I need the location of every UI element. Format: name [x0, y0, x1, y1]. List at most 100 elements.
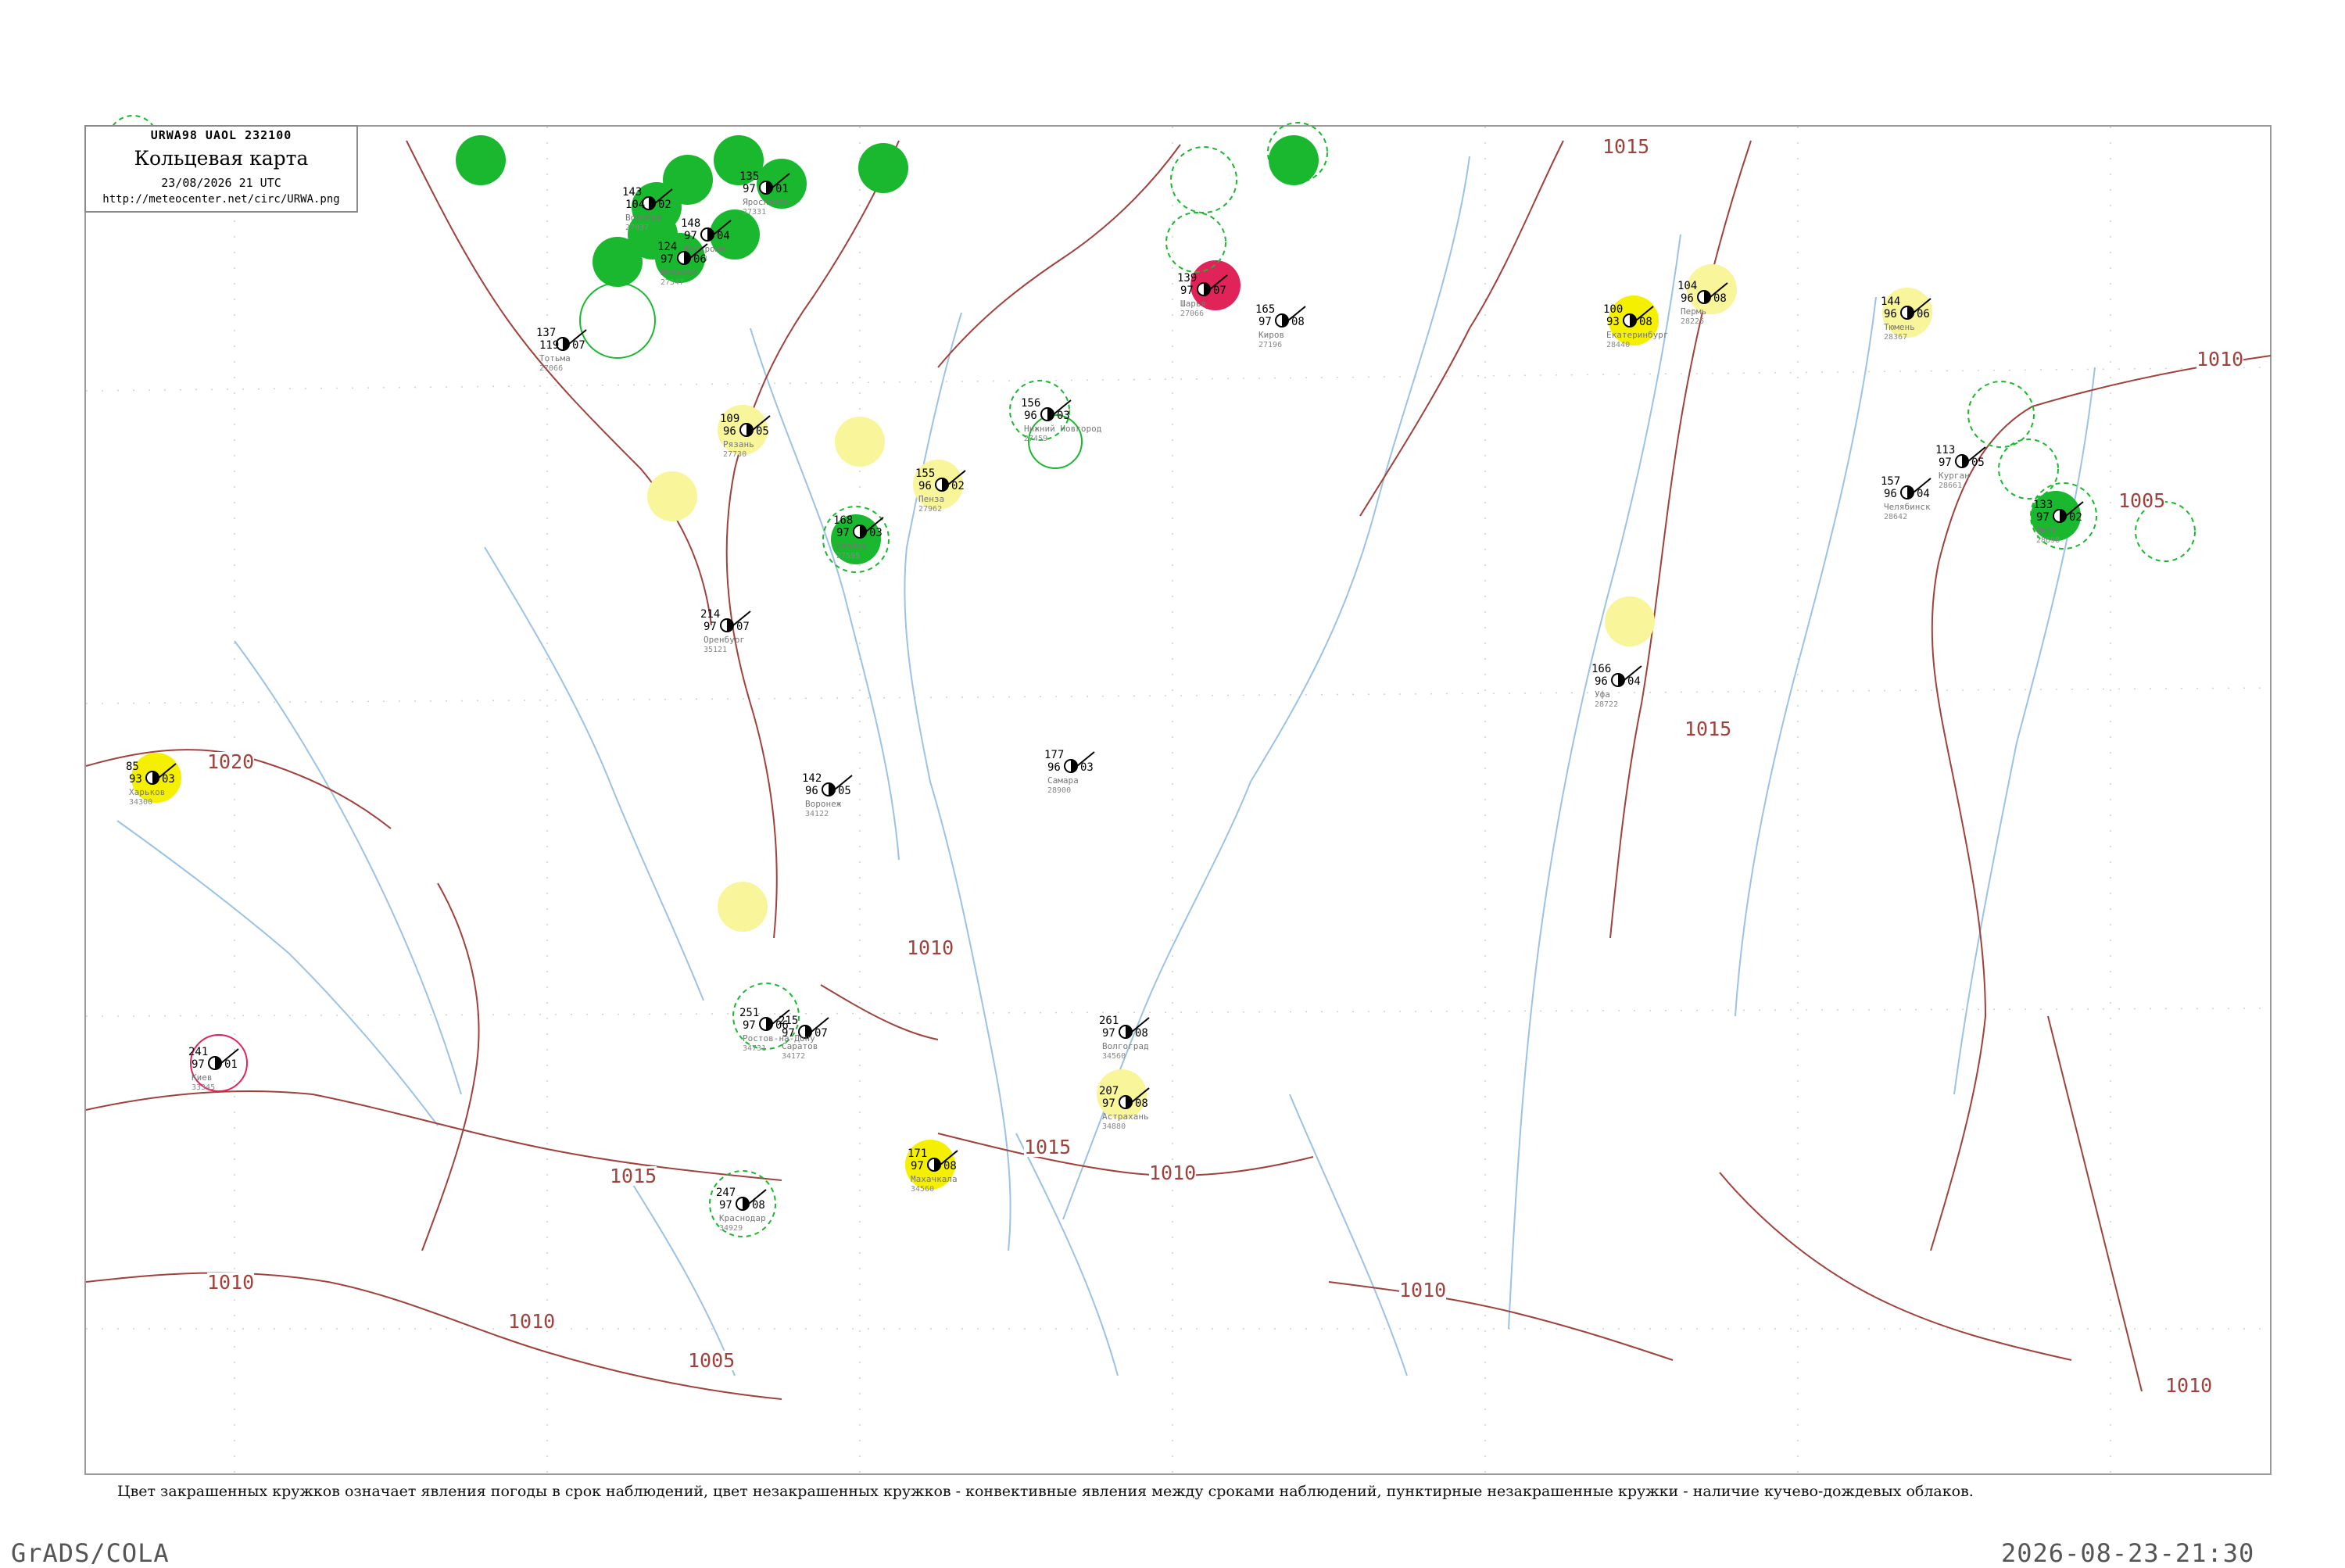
station-id: 27331	[743, 208, 766, 217]
station-name: Пермь	[1681, 306, 1706, 317]
station-temp: 171	[908, 1147, 927, 1160]
station-pressure: 97	[743, 183, 756, 195]
isobar-label: 1010	[1149, 1162, 1197, 1184]
source-url: http://meteocenter.net/circ/URWA.png	[102, 193, 340, 206]
station-temp: 241	[188, 1046, 208, 1058]
thunderstorm-circle	[858, 143, 908, 193]
station-dewpoint: 08	[1713, 292, 1727, 305]
station-temp: 109	[720, 413, 739, 425]
station-dewpoint: 08	[1639, 316, 1652, 328]
station-pressure: 96	[918, 480, 932, 492]
station-pressure: 97	[684, 230, 697, 242]
station-id: 33345	[192, 1083, 215, 1092]
station-name: Воронеж	[805, 799, 842, 809]
station-dewpoint: 05	[1971, 456, 1985, 469]
station-name: Тюмень	[1884, 322, 1915, 332]
precip-circle	[1605, 596, 1655, 646]
station-dewpoint: 03	[1057, 410, 1070, 422]
station-pressure: 119	[539, 339, 559, 352]
station-name: Нижний Новгород	[1024, 424, 1102, 434]
station-pressure: 97	[1939, 456, 1952, 469]
station-pressure: 97	[704, 621, 717, 633]
station-dewpoint: 06	[693, 253, 707, 266]
station-temp: 144	[1881, 295, 1900, 308]
station-id: 28642	[1884, 513, 1907, 521]
station-dewpoint: 04	[717, 230, 730, 242]
station-name: Челябинск	[1884, 502, 1931, 512]
station-temp: 156	[1021, 397, 1040, 410]
station-dewpoint: 07	[1213, 285, 1226, 297]
station-id: 28900	[1047, 786, 1071, 795]
isobar-label: 1010	[2165, 1374, 2213, 1397]
station-temp: 124	[657, 241, 677, 253]
station-name: Оренбург	[704, 635, 745, 645]
station-temp: 247	[716, 1187, 736, 1199]
precip-circle	[647, 471, 697, 521]
station-temp: 177	[1044, 749, 1064, 761]
station-temp: 139	[1177, 272, 1197, 285]
station-name: Киев	[192, 1072, 213, 1083]
station-name: Ярославль	[743, 197, 789, 207]
graticule	[85, 127, 2272, 1473]
station-name: Астрахань	[1102, 1112, 1149, 1122]
station-pressure: 96	[1595, 675, 1608, 688]
station-name: Уфа	[1595, 689, 1610, 700]
station-id: 34560	[911, 1185, 934, 1194]
isobar-label: 1010	[907, 936, 954, 959]
station-pressure: 93	[129, 773, 142, 786]
station-name: Шарья	[1180, 299, 1206, 309]
station-id: 28440	[1606, 341, 1630, 349]
station-id: 34929	[719, 1224, 743, 1233]
station-name: Ростов-на-Дону	[743, 1033, 815, 1044]
station-temp: 142	[802, 772, 822, 785]
station-pressure: 97	[661, 253, 674, 266]
station-name: Курган	[1939, 471, 1970, 481]
map-datetime: 23/08/2026 21 UTC	[161, 176, 281, 190]
station-temp: 104	[1677, 280, 1697, 292]
station-name: Вологда	[625, 213, 661, 223]
station-id: 27962	[918, 505, 942, 514]
isobar-label: 1015	[1602, 135, 1650, 158]
station-pressure: 97	[1102, 1027, 1115, 1040]
station-temp: 148	[681, 217, 700, 230]
station-pressure: 96	[723, 425, 736, 438]
station-dewpoint: 03	[869, 527, 883, 539]
station-dewpoint: 08	[1291, 316, 1305, 328]
station-pressure: 96	[1681, 292, 1694, 305]
station-pressure: 97	[836, 527, 850, 539]
product-code: URWA98 UAOL 232100	[150, 128, 292, 142]
station-id: 34880	[1102, 1122, 1126, 1131]
station-id: 27066	[1180, 310, 1204, 318]
station-dewpoint: 06	[1917, 308, 1930, 320]
station-dewpoint: 07	[814, 1027, 828, 1040]
station-temp: 133	[2033, 499, 2053, 511]
station-dewpoint: 07	[572, 339, 585, 352]
station-id: 28722	[1595, 700, 1618, 709]
station-temp: 261	[1099, 1015, 1119, 1027]
station-pressure: 96	[1047, 761, 1061, 774]
station-id: 35121	[704, 646, 727, 654]
station-temp: 207	[1099, 1085, 1119, 1097]
station-dewpoint: 01	[224, 1058, 238, 1071]
station-dewpoint: 08	[1135, 1027, 1148, 1040]
legend-caption: Цвет закрашенных кружков означает явлени…	[117, 1483, 1974, 1500]
station-pressure: 96	[1884, 488, 1897, 500]
station-temp: 85	[126, 761, 139, 773]
station-id: 28225	[1681, 317, 1704, 326]
station-dewpoint: 06	[775, 1019, 789, 1032]
station-dewpoint: 05	[838, 785, 851, 797]
station-pressure: 97	[743, 1019, 756, 1032]
station-id: 34731	[743, 1044, 766, 1053]
station-dewpoint: 02	[658, 199, 671, 211]
isobar-label: 1010	[508, 1310, 556, 1333]
station-pressure: 97	[719, 1199, 732, 1212]
station-name: Тотьма	[539, 353, 571, 363]
station-name: Иваново	[661, 267, 696, 277]
station-pressure: 97	[911, 1160, 924, 1172]
station-temp: 135	[739, 170, 759, 183]
synoptic-map[interactable]: 137119 07Тотьма27066143104 02Вологда27037 1…	[0, 0, 2345, 1563]
station-dewpoint: 07	[736, 621, 750, 633]
software-credit: GrADS/COLA	[11, 1538, 170, 1568]
isobar-label: 1010	[207, 1271, 255, 1294]
station-dewpoint: 08	[1135, 1097, 1148, 1110]
